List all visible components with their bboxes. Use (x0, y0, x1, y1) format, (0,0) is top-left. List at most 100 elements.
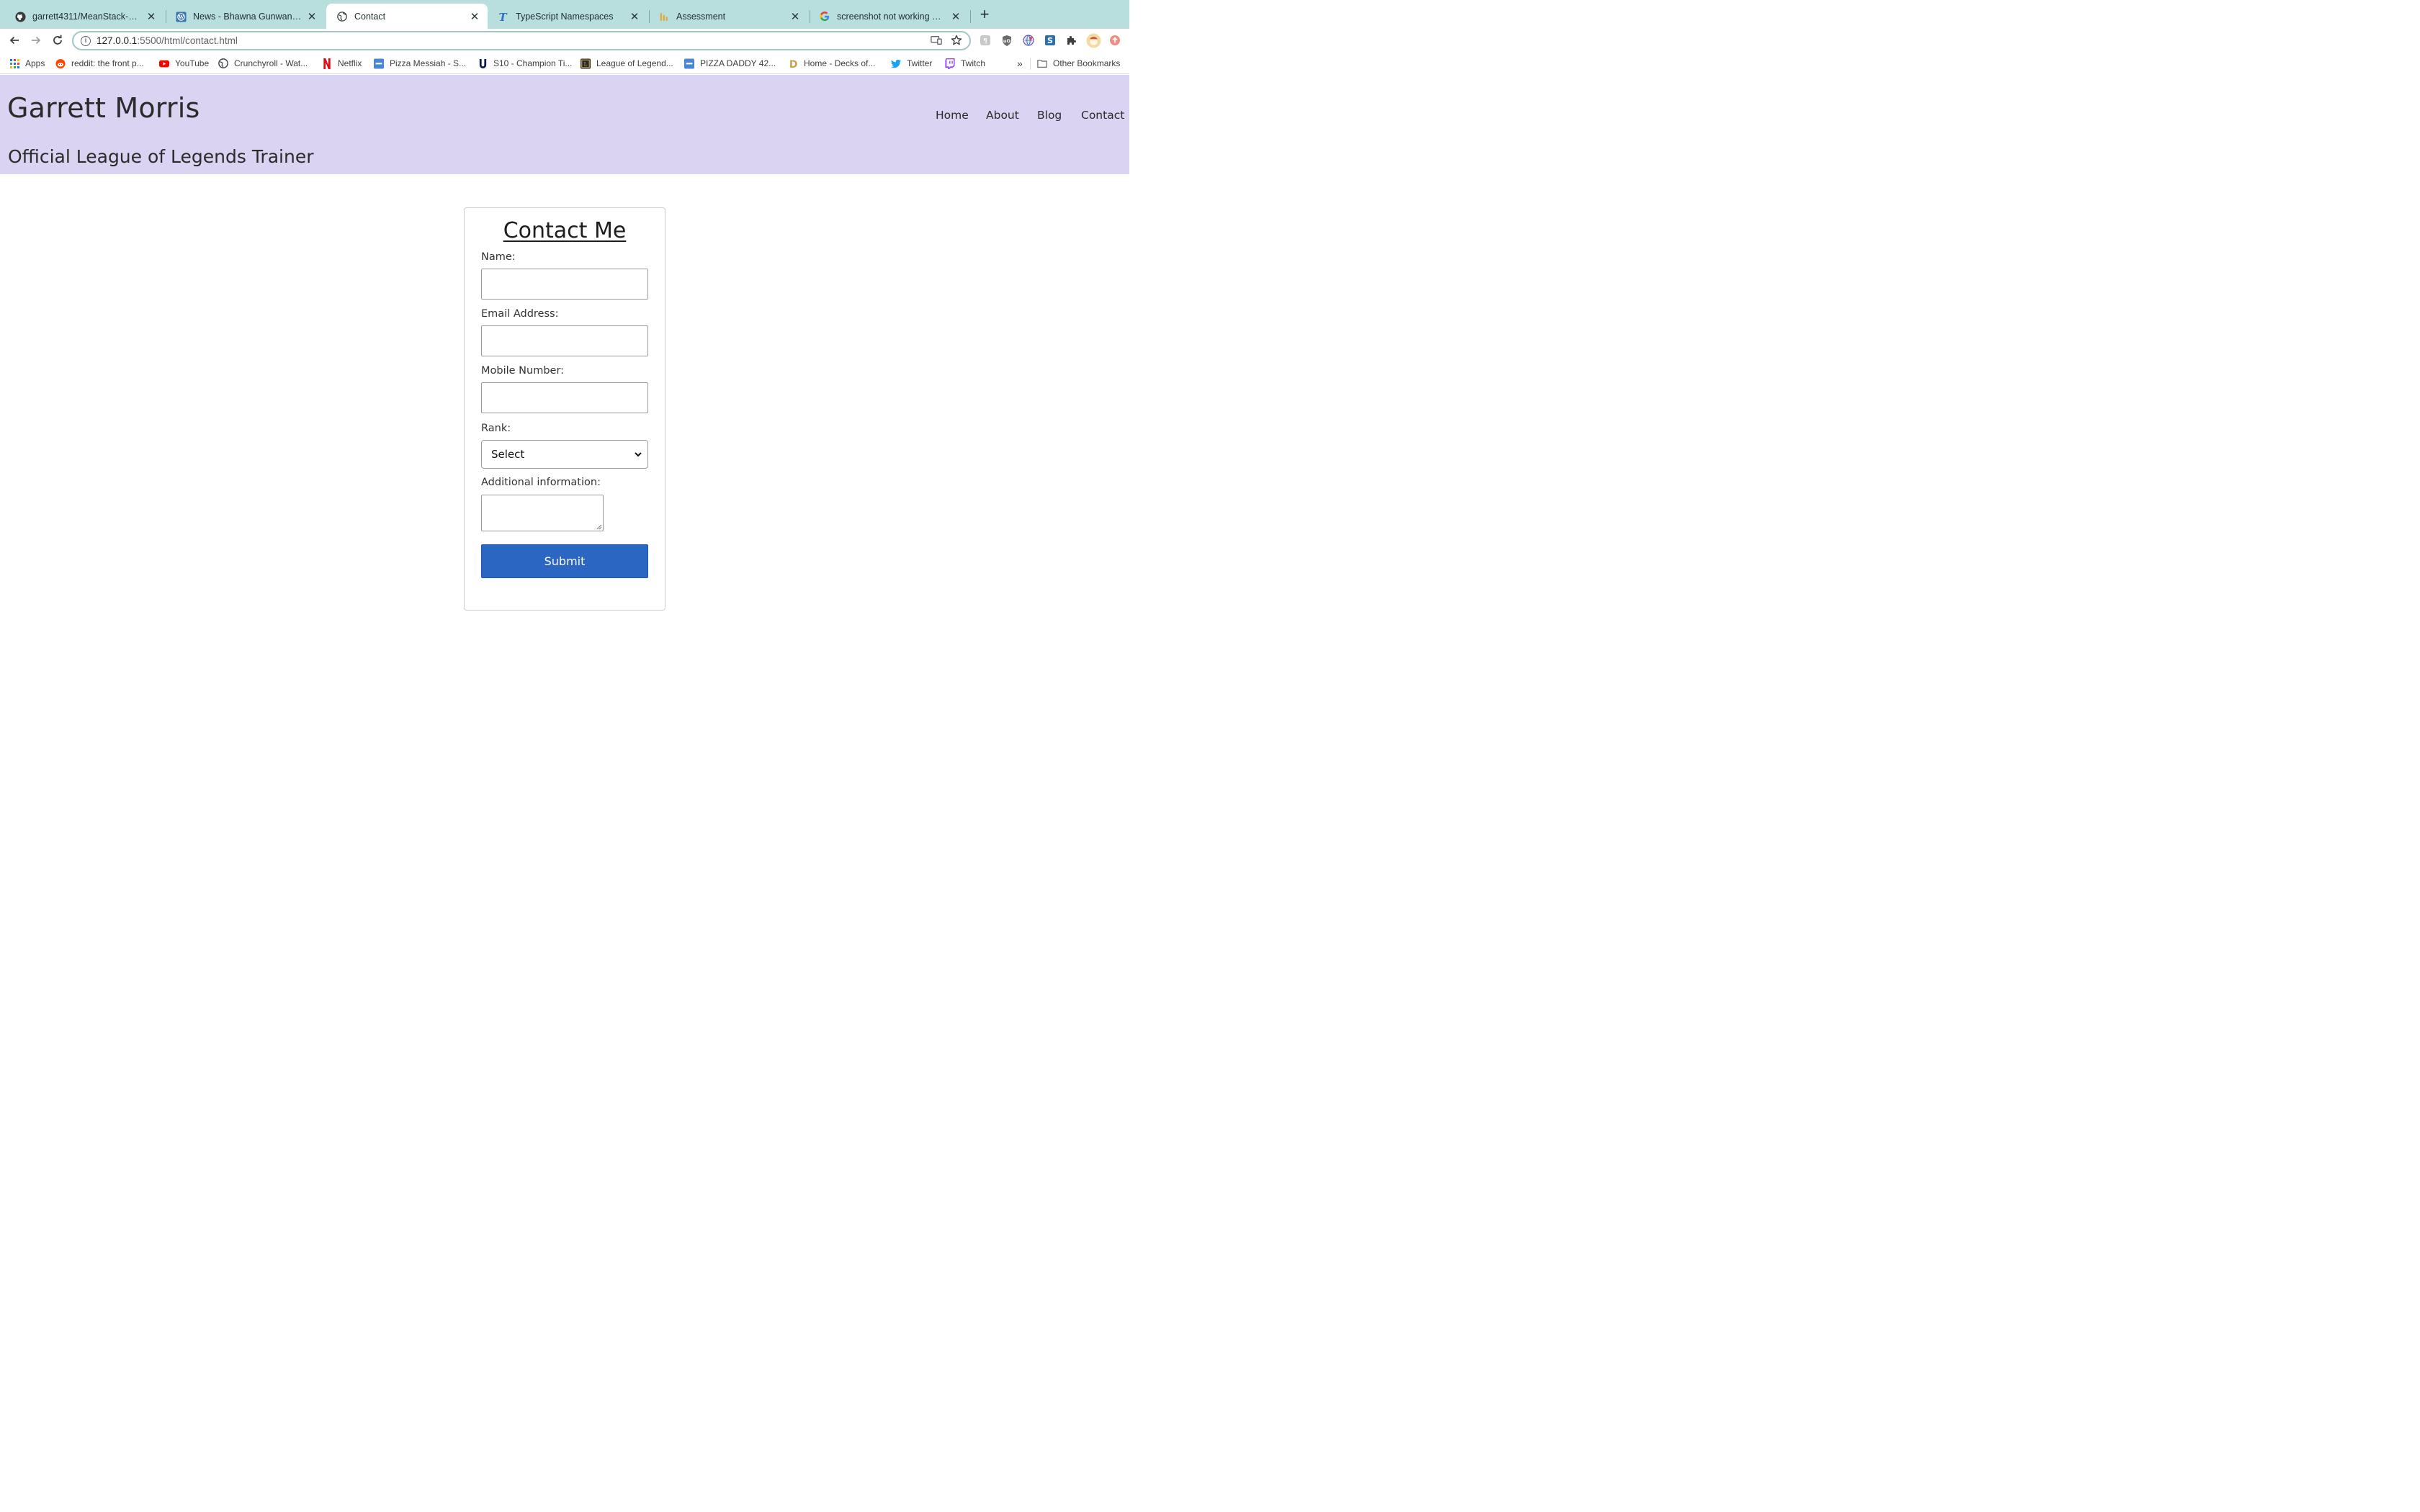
svg-text:S: S (1047, 36, 1053, 45)
close-icon[interactable]: ✕ (789, 11, 801, 23)
tab-github[interactable]: garrett4311/MeanStack-Phase ✕ (4, 4, 164, 29)
bookmark-label: Netflix (338, 58, 362, 68)
browser-toolbar: i 127.0.0.1:5500/html/contact.html ¶ uO … (0, 29, 1129, 52)
additional-info-textarea[interactable] (481, 495, 604, 531)
additional-info-label: Additional information: (481, 477, 601, 488)
tab-title: Contact (354, 11, 386, 22)
svg-text:D: D (789, 59, 797, 69)
menu-site-icon (684, 58, 694, 68)
tab-google[interactable]: screenshot not working on mac ✕ (809, 4, 969, 29)
url-path: :5500/html/contact.html (137, 35, 238, 46)
bookmark-label: reddit: the front p... (71, 58, 144, 68)
email-input[interactable] (481, 325, 648, 356)
extension-s-icon[interactable]: S (1044, 34, 1057, 47)
submit-button[interactable]: Submit (481, 544, 648, 578)
site-info-icon[interactable]: i (81, 35, 91, 46)
extension-grey-icon[interactable]: ¶ (979, 34, 992, 47)
bookmark-youtube[interactable]: YouTube (159, 57, 209, 70)
contact-form: Contact Me Name: Email Address: Mobile N… (464, 207, 666, 611)
bookmark-label: PIZZA DADDY 42... (700, 58, 776, 68)
google-icon (819, 11, 830, 22)
youtube-icon (159, 58, 169, 68)
nav-home-link[interactable]: Home (936, 109, 969, 122)
bookmark-decks[interactable]: D Home - Decks of... (788, 57, 875, 70)
close-icon[interactable]: ✕ (950, 11, 962, 23)
bookmark-crunchyroll[interactable]: Crunchyroll - Wat... (218, 57, 308, 70)
twitch-icon (945, 58, 955, 69)
twitter-icon (891, 58, 901, 68)
tab-title: News - Bhawna Gunwani Official (193, 12, 302, 22)
svg-text:L: L (584, 61, 588, 67)
close-icon[interactable]: ✕ (145, 11, 157, 23)
folder-icon (1037, 58, 1047, 68)
name-input[interactable] (481, 269, 648, 300)
new-tab-button[interactable]: + (977, 6, 992, 23)
update-indicator-icon[interactable] (1108, 34, 1121, 47)
reddit-icon (55, 58, 66, 68)
bookmark-pizza-daddy[interactable]: PIZZA DADDY 42... (684, 57, 776, 70)
ublock-icon[interactable]: uO (1000, 34, 1013, 47)
extensions-puzzle-icon[interactable] (1065, 34, 1078, 47)
tab-assessment[interactable]: Assessment ✕ (648, 4, 808, 29)
bookmark-apps[interactable]: Apps (9, 57, 45, 70)
svg-text:¶: ¶ (983, 38, 987, 45)
reload-icon (53, 35, 62, 45)
forward-button[interactable] (27, 32, 45, 49)
bookmark-league[interactable]: L League of Legend... (581, 57, 673, 70)
site-subtitle: Official League of Legends Trainer (8, 146, 314, 167)
nav-contact-link[interactable]: Contact (1081, 109, 1124, 122)
browser-tab-strip: garrett4311/MeanStack-Phase ✕ W News - B… (0, 0, 1129, 29)
bookmark-label: Apps (25, 58, 45, 68)
league-icon: L (581, 58, 591, 68)
name-label: Name: (481, 251, 516, 263)
back-button[interactable] (6, 32, 23, 49)
close-icon[interactable]: ✕ (629, 11, 640, 23)
mobile-input[interactable] (481, 382, 648, 413)
star-bookmark-icon[interactable] (951, 35, 962, 50)
extension-globe-icon[interactable] (1022, 34, 1035, 47)
site-title: Garrett Morris (7, 92, 200, 124)
other-bookmarks-button[interactable]: Other Bookmarks (1037, 57, 1120, 70)
bookmark-label: Crunchyroll - Wat... (234, 58, 308, 68)
tab-divider (970, 10, 971, 23)
svg-text:uO: uO (1003, 38, 1011, 44)
bookmark-twitter[interactable]: Twitter (891, 57, 932, 70)
bookmark-label: YouTube (175, 58, 210, 68)
address-bar[interactable]: i 127.0.0.1:5500/html/contact.html (72, 31, 971, 50)
bookmark-label: Twitter (907, 58, 933, 68)
url-host: 127.0.0.1 (97, 35, 138, 46)
tab-contact[interactable]: Contact ✕ (326, 4, 488, 29)
cast-icon[interactable] (931, 35, 942, 49)
tab-title: garrett4311/MeanStack-Phase (32, 12, 141, 22)
tab-title: screenshot not working on mac (837, 12, 946, 22)
back-arrow-icon (9, 36, 19, 45)
crunchyroll-icon (218, 58, 228, 68)
bookmark-netflix[interactable]: Netflix (322, 57, 362, 70)
rank-label: Rank: (481, 423, 511, 434)
rank-selected-value: Select (491, 448, 525, 461)
bookmark-twitch[interactable]: Twitch (945, 57, 985, 70)
nav-blog-link[interactable]: Blog (1037, 109, 1062, 122)
svg-text:W: W (177, 14, 184, 19)
decks-icon: D (788, 58, 798, 69)
bookmark-pizza-messiah[interactable]: Pizza Messiah - S... (374, 57, 466, 70)
url-text: 127.0.0.1:5500/html/contact.html (97, 35, 238, 46)
bookmarks-bar: Apps reddit: the front p... YouTube Crun… (0, 52, 1129, 74)
rank-select[interactable]: Select (481, 440, 648, 469)
tab-wordpress[interactable]: W News - Bhawna Gunwani Official ✕ (165, 4, 325, 29)
globe-icon (336, 11, 348, 22)
apps-grid-icon (9, 58, 19, 68)
more-bookmarks-button[interactable]: » (1017, 57, 1023, 70)
bookmark-u-gg[interactable]: S10 - Champion Ti... (478, 57, 572, 70)
reload-button[interactable] (49, 32, 66, 49)
profile-avatar[interactable] (1085, 32, 1101, 48)
tab-typescript[interactable]: T TypeScript Namespaces ✕ (488, 4, 647, 29)
bookmark-reddit[interactable]: reddit: the front p... (55, 57, 144, 70)
bookmarks-divider (1030, 58, 1031, 70)
assessment-icon (658, 11, 670, 22)
mobile-label: Mobile Number: (481, 365, 565, 377)
nav-about-link[interactable]: About (986, 109, 1019, 122)
close-icon[interactable]: ✕ (306, 11, 318, 23)
resize-grip-icon[interactable] (596, 524, 602, 530)
close-icon[interactable]: ✕ (469, 11, 480, 23)
